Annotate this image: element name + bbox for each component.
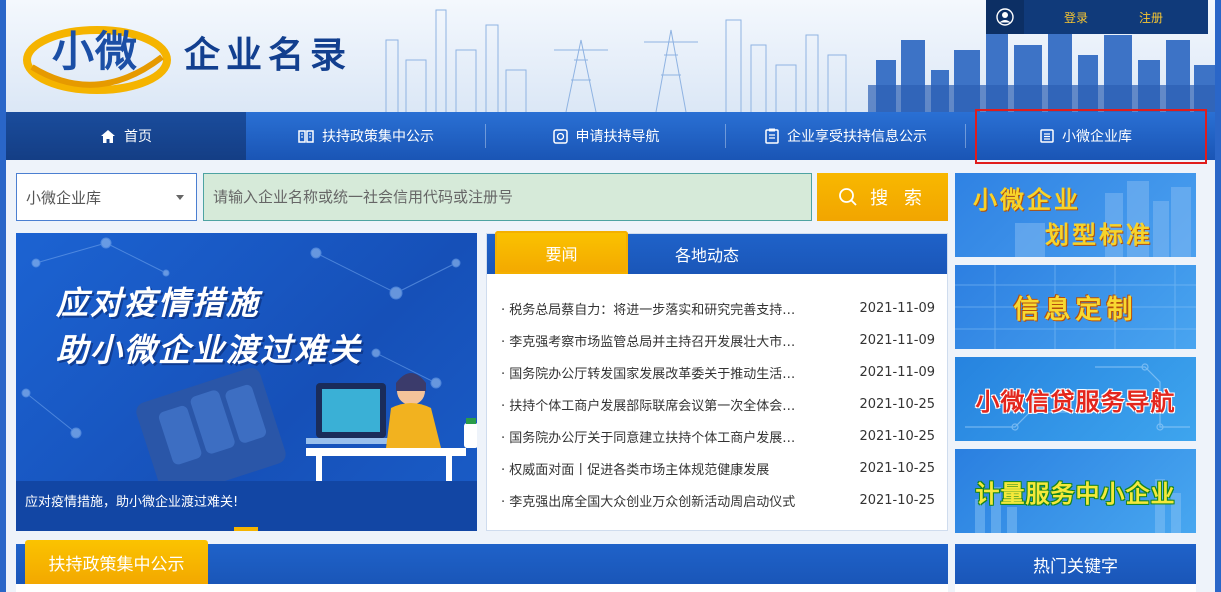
news-title[interactable]: · 李克强出席全国大众创业万众创新活动周启动仪式 [501,491,801,510]
tile-1-line2: 划型标准 [1045,221,1153,249]
news-item[interactable]: · 李克强出席全国大众创业万众创新活动周启动仪式 2021-10-25 [501,484,941,516]
tab-policy-announcements[interactable]: 扶持政策集中公示 [25,540,208,584]
clipboard-icon [765,128,779,144]
logo-text: 小微 [52,27,139,76]
nav-item-apply-guide[interactable]: 申请扶持导航 [486,112,726,160]
news-item[interactable]: · 国务院办公厅关于同意建立扶持个体工商户发展部际联席会议制度的函 2021-1… [501,420,941,452]
news-title[interactable]: · 扶持个体工商户发展部际联席会议第一次全体会议召开 [501,395,801,414]
news-date: 2021-10-25 [859,492,935,508]
news-title[interactable]: · 税务总局蔡自力：将进一步落实和研究完善支持小微企业发展的税费政策 [501,299,801,318]
news-title[interactable]: · 国务院办公厅关于同意建立扶持个体工商户发展部际联席会议制度的函 [501,427,801,446]
home-icon [101,129,115,143]
news-date: 2021-10-25 [859,428,935,444]
compass-icon [552,128,568,144]
hot-keywords-body [955,584,1196,592]
hero-headline-1: 应对疫情措施 [56,284,261,322]
news-item[interactable]: · 国务院办公厅转发国家发展改革委关于推动生活性服务业补短板上水平 2021-1… [501,356,941,388]
list-icon [1040,129,1054,143]
user-icon[interactable] [986,0,1024,34]
news-date: 2021-11-09 [859,332,935,348]
hero-headline-2: 助小微企业渡过难关 [56,331,363,369]
news-item[interactable]: · 税务总局蔡自力：将进一步落实和研究完善支持小微企业发展的税费政策 2021-… [501,292,941,324]
search-select-value: 小微企业库 [26,188,102,207]
nav-label: 扶持政策集中公示 [322,129,434,145]
nav-label: 首页 [124,129,152,145]
search-icon [839,188,857,206]
site-title: 企业名录 [184,35,353,76]
news-date: 2021-10-25 [859,460,935,476]
search-input[interactable] [203,173,812,221]
tab-headlines[interactable]: 要闻 [495,231,628,274]
nav-label: 小微企业库 [1062,129,1132,145]
nav-item-support-info[interactable]: 企业享受扶持信息公示 [726,112,966,160]
nav-item-home[interactable]: 首页 [6,112,246,160]
register-link[interactable]: 注册 [1139,9,1163,26]
nav-item-enterprise-db[interactable]: 小微企业库 [966,112,1206,160]
tile-credit-service-nav[interactable]: 小微信贷服务导航 [955,357,1196,441]
tile-3-label: 小微信贷服务导航 [975,387,1176,416]
news-panel: 要闻 各地动态 · 税务总局蔡自力：将进一步落实和研究完善支持小微企业发展的税费… [486,231,948,531]
chevron-down-icon [176,195,184,200]
tile-4-label: 计量服务中小企业 [975,479,1176,508]
news-title[interactable]: · 权威面对面丨促进各类市场主体规范健康发展 [501,459,801,478]
tile-1-line1: 小微企业 [973,186,1081,214]
tile-metrology-service[interactable]: 计量服务中小企业 [955,449,1196,533]
news-tabs: 要闻 各地动态 [487,231,947,274]
news-item[interactable]: · 权威面对面丨促进各类市场主体规范健康发展 2021-10-25 [501,452,941,484]
tile-enterprise-classification[interactable]: 小微企业 划型标准 [955,173,1196,257]
hot-keywords-header: 热门关键字 [955,544,1196,584]
policy-section-body [16,584,948,592]
login-link[interactable]: 登录 [1064,9,1088,26]
news-title[interactable]: · 国务院办公厅转发国家发展改革委关于推动生活性服务业补短板上水平 [501,363,801,382]
news-item[interactable]: · 扶持个体工商户发展部际联席会议第一次全体会议召开 2021-10-25 [501,388,941,420]
news-list: · 税务总局蔡自力：将进一步落实和研究完善支持小微企业发展的税费政策 2021-… [501,292,941,516]
news-item[interactable]: · 李克强考察市场监管总局并主持召开发展壮大市场主体座谈会 2021-11-09 [501,324,941,356]
search-button-label: 搜 索 [870,188,927,209]
search-button[interactable]: 搜 索 [817,173,948,221]
nav-item-policy[interactable]: 扶持政策集中公示 [246,112,486,160]
book-icon [298,130,314,143]
news-date: 2021-11-09 [859,300,935,316]
user-bar: 登录 注册 [986,0,1208,34]
tile-info-subscription[interactable]: 信息定制 [955,265,1196,349]
news-date: 2021-11-09 [859,364,935,380]
tab-regional-news[interactable]: 各地动态 [642,234,772,274]
nav-label: 企业享受扶持信息公示 [787,129,927,145]
tile-2-label: 信息定制 [1013,294,1138,325]
carousel-indicator[interactable] [234,527,258,531]
nav-label: 申请扶持导航 [575,129,660,145]
hero-banner[interactable]: 应对疫情措施 助小微企业渡过难关 应对疫情措施，助小微企业渡过难关! [16,233,477,531]
news-date: 2021-10-25 [859,396,935,412]
policy-section-header: 扶持政策集中公示 [16,540,948,584]
main-nav: 首页 扶持政策集中公示 申请扶持导航 企业享受扶持信息公示 小微企业库 [6,112,1215,160]
hero-caption[interactable]: 应对疫情措施，助小微企业渡过难关! [25,491,238,510]
news-title[interactable]: · 李克强考察市场监管总局并主持召开发展壮大市场主体座谈会 [501,331,801,350]
search-category-select[interactable]: 小微企业库 [16,173,197,221]
